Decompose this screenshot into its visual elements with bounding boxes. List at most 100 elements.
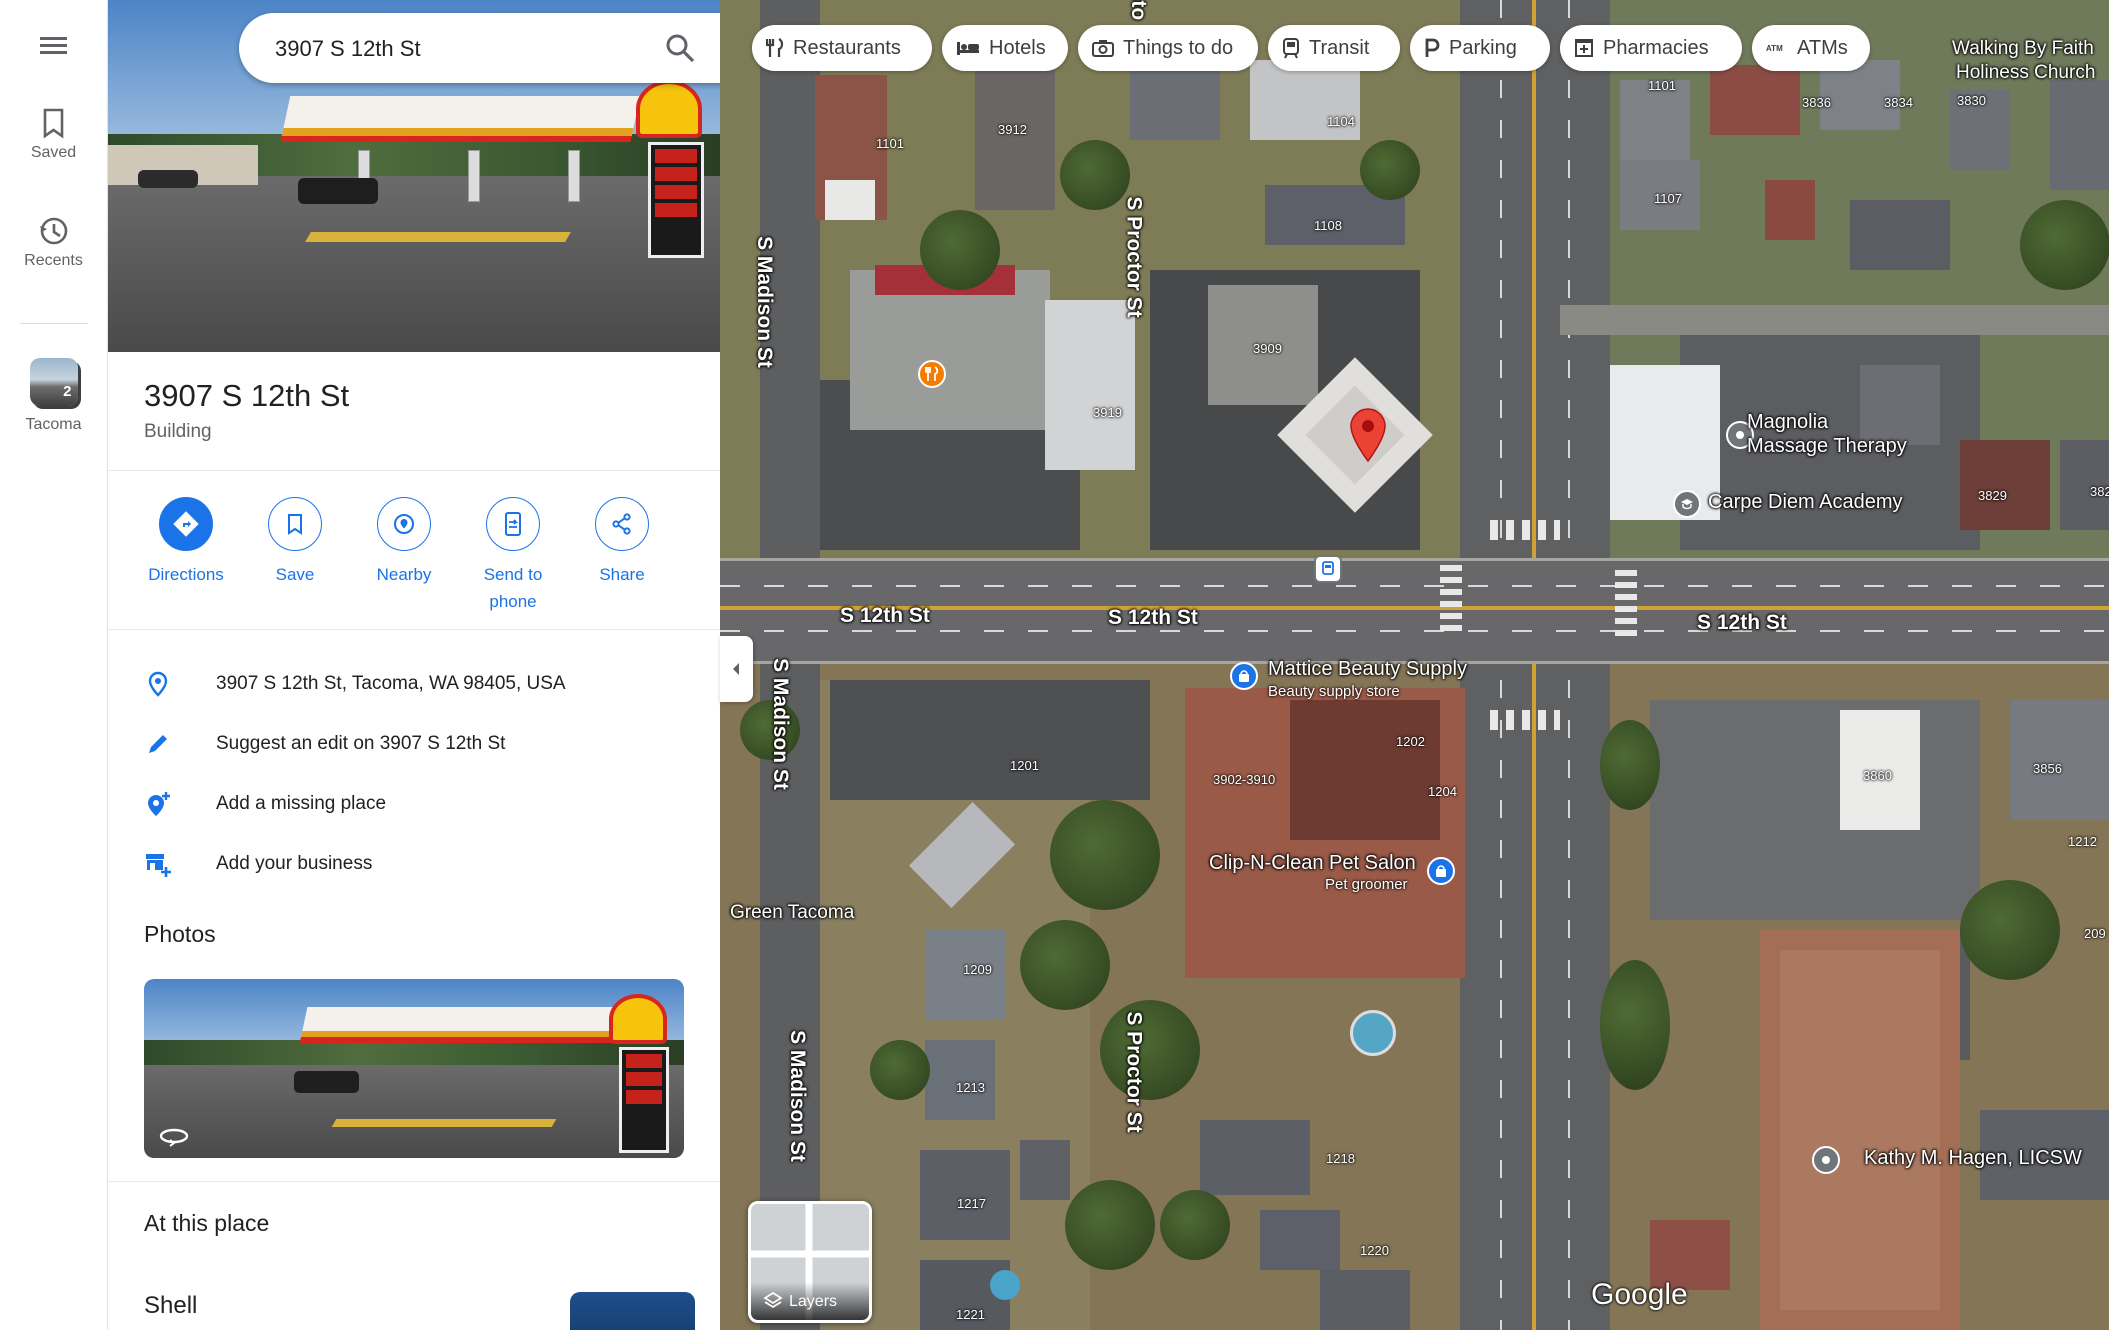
saved-button[interactable]: Saved <box>0 106 107 162</box>
camera-icon <box>1092 40 1114 57</box>
clip-n-clean-marker[interactable] <box>1427 857 1455 885</box>
chip-hotels[interactable]: Hotels <box>942 25 1068 71</box>
address-text: 3907 S 12th St, Tacoma, WA 98405, USA <box>216 673 566 694</box>
house-number: 1204 <box>1428 784 1457 799</box>
chip-label: Restaurants <box>793 36 901 59</box>
poi-label-carpe-diem[interactable]: Carpe Diem Academy <box>1708 491 1903 514</box>
recent-place-tacoma[interactable]: 2 Tacoma <box>0 358 107 434</box>
street-label-s-12th-st: S 12th St <box>1697 611 1787 634</box>
search-input[interactable] <box>273 13 657 85</box>
shopping-bag-icon <box>1239 670 1249 682</box>
house-number: 1108 <box>1314 218 1342 233</box>
chip-transit[interactable]: Transit <box>1268 25 1400 71</box>
house-number: 1202 <box>1396 734 1425 749</box>
fork-knife-icon <box>766 38 784 57</box>
house-number: 3912 <box>998 122 1027 137</box>
restaurant-marker[interactable] <box>918 360 946 388</box>
house-number: 209 <box>2084 926 2106 941</box>
bus-icon <box>1322 561 1334 575</box>
directions-icon <box>173 511 199 537</box>
poi-label-green-tacoma[interactable]: Green Tacoma <box>730 902 854 924</box>
recent-place-thumbnail: 2 <box>29 358 78 406</box>
house-number: 3834 <box>1884 95 1913 110</box>
kathy-hagen-marker[interactable] <box>1812 1146 1840 1174</box>
carpe-diem-marker[interactable] <box>1673 490 1701 518</box>
recent-place-label: Tacoma <box>25 416 82 433</box>
bus-stop-marker[interactable] <box>1314 555 1342 583</box>
address-row[interactable]: 3907 S 12th St, Tacoma, WA 98405, USA <box>108 657 720 711</box>
bookmark-icon <box>288 514 302 535</box>
menu-button[interactable] <box>0 30 107 60</box>
chip-label: Things to do <box>1123 36 1234 59</box>
search-icon[interactable] <box>664 32 696 64</box>
atm-icon: ATM <box>1766 44 1783 53</box>
mattice-beauty-supply-marker[interactable] <box>1230 662 1258 690</box>
chevron-left-icon <box>733 663 739 675</box>
recents-label: Recents <box>24 252 83 269</box>
send-to-phone-button[interactable]: Send to phone <box>459 497 567 615</box>
nearby-button[interactable]: Nearby <box>350 497 458 588</box>
layers-button[interactable]: Layers <box>748 1201 872 1323</box>
house-number: 1101 <box>1648 78 1676 93</box>
school-icon <box>1681 499 1693 510</box>
directions-label: Directions <box>148 565 224 584</box>
poi-label-magnolia-line2[interactable]: Massage Therapy <box>1747 435 1907 458</box>
chip-atms[interactable]: ATM ATMs <box>1752 25 1870 71</box>
chip-pharmacies[interactable]: Pharmacies <box>1560 25 1742 71</box>
house-number: 382 <box>2090 484 2109 499</box>
house-number: 3829 <box>1978 488 2007 503</box>
poi-label-mattice[interactable]: Mattice Beauty Supply <box>1268 658 1467 681</box>
house-number: 3856 <box>2033 761 2062 776</box>
red-map-pin-icon <box>1350 408 1386 463</box>
google-logo: Google <box>1591 1278 1688 1311</box>
suggest-edit-text: Suggest an edit on 3907 S 12th St <box>216 733 506 754</box>
divider <box>108 629 720 630</box>
poi-label-magnolia-line1[interactable]: Magnolia <box>1747 411 1828 434</box>
poi-label-kathy-hagen[interactable]: Kathy M. Hagen, LICSW <box>1864 1147 2082 1170</box>
poi-label-walking-by-faith-line2[interactable]: Holiness Church <box>1956 62 2095 84</box>
selected-place-pin[interactable] <box>1348 407 1388 463</box>
street-label-s-madison-st: S Madison St <box>768 658 792 790</box>
add-missing-place-text: Add a missing place <box>216 793 387 814</box>
satellite-map[interactable]: 1101 3912 1104 1108 3909 3919 1101 3836 … <box>720 0 2109 1330</box>
save-label: Save <box>275 565 315 584</box>
share-button[interactable]: Share <box>568 497 676 588</box>
bookmark-icon <box>43 108 64 139</box>
save-button[interactable]: Save <box>241 497 349 588</box>
directions-button[interactable]: Directions <box>132 497 240 588</box>
add-location-icon <box>148 792 170 816</box>
at-this-place-item-name[interactable]: Shell <box>144 1292 197 1320</box>
location-pin-icon <box>148 671 168 697</box>
house-number: 3909 <box>1253 341 1282 356</box>
house-number: 3919 <box>1093 405 1122 420</box>
place-title: 3907 S 12th St <box>144 378 350 413</box>
poi-label-clip-n-clean[interactable]: Clip-N-Clean Pet Salon <box>1209 852 1416 875</box>
suggest-edit-row[interactable]: Suggest an edit on 3907 S 12th St <box>108 717 720 771</box>
recents-button[interactable]: Recents <box>0 214 107 270</box>
at-this-place-item-photo[interactable] <box>570 1292 695 1330</box>
share-icon <box>612 513 631 535</box>
parking-icon <box>1425 38 1440 57</box>
street-label-s-12th-st: S 12th St <box>1108 606 1198 629</box>
send-to-phone-icon <box>505 512 521 536</box>
share-label: Share <box>599 565 645 584</box>
house-number: 3860 <box>1863 768 1892 783</box>
chip-parking[interactable]: Parking <box>1410 25 1550 71</box>
collapse-panel-button[interactable] <box>720 636 753 702</box>
history-icon <box>40 217 68 245</box>
chip-label: Transit <box>1309 36 1370 59</box>
poi-label-walking-by-faith-line1[interactable]: Walking By Faith <box>1952 38 2094 60</box>
street-label-s-madison-st: S Madison St <box>752 236 776 368</box>
chip-label: ATMs <box>1797 36 1848 59</box>
add-missing-place-row[interactable]: Add a missing place <box>108 777 720 831</box>
add-business-row[interactable]: Add your business <box>108 837 720 891</box>
chip-restaurants[interactable]: Restaurants <box>752 25 932 71</box>
poi-category-mattice: Beauty supply store <box>1268 683 1400 700</box>
saved-label: Saved <box>30 144 77 161</box>
nearby-icon <box>394 514 414 534</box>
photo-card[interactable] <box>144 979 684 1158</box>
fork-knife-icon <box>925 366 939 381</box>
house-number: 1104 <box>1327 114 1355 129</box>
house-number: 1209 <box>963 962 992 977</box>
chip-things-to-do[interactable]: Things to do <box>1078 25 1258 71</box>
